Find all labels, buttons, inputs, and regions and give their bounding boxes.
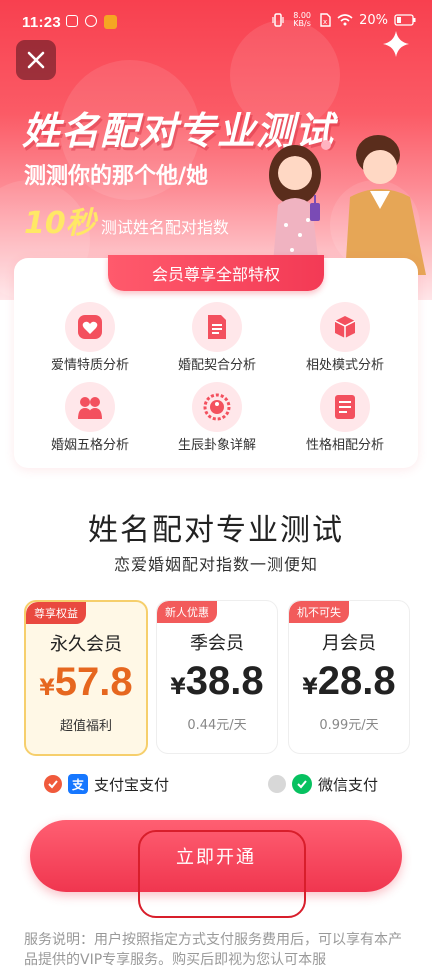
close-icon	[27, 51, 45, 69]
privilege-label: 婚姻五格分析	[50, 438, 129, 453]
hero-seconds: 10秒	[24, 206, 96, 241]
pay-option-wechat[interactable]: 微信支付	[268, 772, 378, 796]
plan-quarterly[interactable]: 新人优惠 季会员 ¥38.8 0.44元/天	[156, 600, 278, 754]
plan-badge: 新人优惠	[157, 601, 217, 623]
price-value: 57.8	[54, 660, 133, 704]
radio-checked-icon[interactable]	[44, 775, 62, 793]
alipay-icon: 支	[68, 774, 88, 794]
battery-percent: 20%	[359, 12, 388, 28]
plan-badge: 尊享权益	[26, 602, 86, 624]
plan-price: ¥38.8	[157, 659, 277, 704]
privilege-personality[interactable]: 性格相配分析	[280, 382, 410, 453]
product-title: 姓名配对专业测试	[88, 513, 344, 548]
plan-note: 0.99元/天	[319, 718, 379, 733]
plan-note: 超值福利	[59, 719, 112, 734]
privilege-label: 相处模式分析	[305, 358, 384, 373]
privilege-label: 婚配契合分析	[177, 358, 256, 373]
plan-name: 月会员	[322, 633, 376, 654]
net-speed: 8.00 KB/s	[293, 11, 311, 28]
privilege-label: 性格相配分析	[305, 438, 384, 453]
report-icon	[320, 382, 370, 432]
wechat-icon	[292, 774, 312, 794]
battery-icon	[394, 14, 416, 26]
price-value: 38.8	[185, 659, 264, 703]
couple-icon	[65, 382, 115, 432]
plan-price: ¥28.8	[289, 659, 409, 704]
sparkle-icon	[383, 31, 409, 57]
sim-icon: x	[320, 13, 331, 27]
privilege-get-along[interactable]: 相处模式分析	[280, 302, 410, 373]
privilege-bagua[interactable]: 生辰卦象详解	[152, 382, 282, 453]
hero-seconds-caption: 测试姓名配对指数	[100, 218, 229, 237]
privilege-love-traits[interactable]: 爱情特质分析	[25, 302, 155, 373]
bagua-icon	[192, 382, 242, 432]
plan-lifetime[interactable]: 尊享权益 永久会员 ¥57.8 超值福利	[24, 600, 148, 756]
plan-name: 季会员	[190, 633, 244, 654]
pay-option-alipay[interactable]: 支 支付宝支付	[44, 772, 169, 796]
plan-badge: 机不可失	[289, 601, 349, 623]
vibrate-icon	[272, 13, 284, 27]
wifi-icon	[337, 14, 353, 26]
notification-icon	[66, 15, 78, 27]
currency-symbol: ¥	[170, 675, 186, 700]
document-icon	[192, 302, 242, 352]
price-value: 28.8	[317, 659, 396, 703]
status-bar: 11:23 8.00 KB/s x 20%	[0, 0, 432, 50]
svg-text:x: x	[323, 18, 327, 26]
highlight-annotation	[138, 830, 306, 918]
currency-symbol: ¥	[302, 675, 318, 700]
taobao-icon	[104, 15, 117, 29]
plan-name: 永久会员	[50, 634, 122, 655]
plan-price: ¥57.8	[26, 660, 146, 705]
privilege-label: 生辰卦象详解	[177, 438, 256, 453]
app-icon	[85, 15, 97, 27]
privilege-label: 爱情特质分析	[50, 358, 129, 373]
product-subtitle: 恋爱婚姻配对指数一测便知	[113, 555, 318, 574]
status-time: 11:23	[22, 14, 62, 31]
pay-label: 支付宝支付	[94, 775, 170, 794]
plan-note: 0.44元/天	[187, 718, 247, 733]
status-right: 8.00 KB/s x 20%	[272, 12, 416, 28]
radio-unchecked-icon[interactable]	[268, 775, 286, 793]
hero-seconds-line: 10秒 测试姓名配对指数	[24, 198, 229, 242]
pay-label: 微信支付	[318, 775, 379, 794]
privilege-marriage-five[interactable]: 婚姻五格分析	[25, 382, 155, 453]
service-terms: 服务说明：用户按照指定方式支付服务费用后，可以享有本产品提供的VIP专享服务。购…	[24, 932, 402, 968]
close-button[interactable]	[16, 40, 56, 80]
privileges-header: 会员尊享全部特权	[108, 255, 324, 291]
cube-icon	[320, 302, 370, 352]
hero-subtitle: 测测你的那个他/她	[24, 164, 209, 189]
heart-icon	[65, 302, 115, 352]
currency-symbol: ¥	[39, 676, 55, 701]
plan-monthly[interactable]: 机不可失 月会员 ¥28.8 0.99元/天	[288, 600, 410, 754]
couple-illustration	[269, 135, 426, 275]
privilege-marriage-fit[interactable]: 婚配契合分析	[152, 302, 282, 373]
